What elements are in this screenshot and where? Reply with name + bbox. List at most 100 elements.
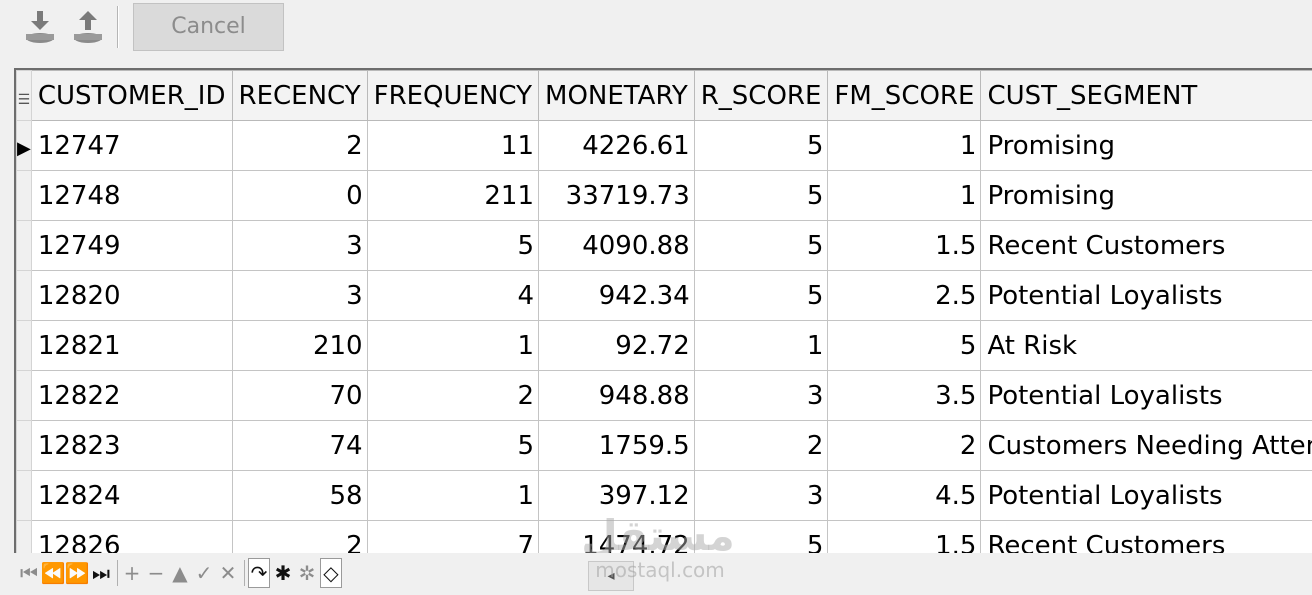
cell-cust-segment[interactable]: Potential Loyalists (980, 370, 1312, 421)
clear-filter-icon[interactable]: ◇ (320, 558, 342, 588)
column-header-cust-segment[interactable]: CUST_SEGMENT (980, 70, 1312, 121)
data-grid[interactable]: ☰ CUSTOMER_ID RECENCY FREQUENCY MONETARY R_S… (14, 68, 1312, 555)
cell-r-score[interactable]: 1 (693, 320, 829, 371)
download-icon[interactable] (24, 8, 58, 48)
cell-cust-segment[interactable]: Promising (980, 170, 1312, 221)
insert-icon[interactable]: + (121, 558, 143, 588)
cell-recency[interactable]: 70 (231, 370, 368, 421)
cell-monetary[interactable]: 92.72 (538, 320, 695, 371)
cell-recency[interactable]: 210 (231, 320, 368, 371)
edit-icon[interactable]: ▲ (169, 558, 191, 588)
cell-r-score[interactable]: 2 (693, 420, 829, 471)
next-page-icon[interactable]: ⏩ (65, 558, 90, 588)
column-header-fm-score[interactable]: FM_SCORE (827, 70, 982, 121)
row-indicator[interactable] (16, 320, 32, 371)
cell-customer-id[interactable]: 12747 (30, 120, 233, 171)
cell-monetary[interactable]: 942.34 (538, 270, 695, 321)
cell-monetary[interactable]: 4226.61 (538, 120, 695, 171)
row-indicator[interactable] (16, 470, 32, 521)
cell-frequency[interactable]: 1 (366, 320, 540, 371)
cell-frequency[interactable]: 2 (366, 370, 540, 421)
column-header-monetary[interactable]: MONETARY (538, 70, 695, 121)
cell-recency[interactable]: 3 (231, 220, 368, 271)
table-row[interactable]: 12821 210 1 92.72 1 5 At Risk (16, 320, 1312, 371)
cell-recency[interactable]: 2 (231, 120, 368, 171)
prior-page-icon[interactable]: ⏪ (41, 558, 66, 588)
cell-recency[interactable]: 58 (231, 470, 368, 521)
cell-cust-segment[interactable]: Recent Customers (980, 220, 1312, 271)
cell-recency[interactable]: 0 (231, 170, 368, 221)
cell-customer-id[interactable]: 12824 (30, 470, 233, 521)
cell-fm-score[interactable]: 3.5 (827, 370, 982, 421)
row-indicator[interactable]: ▶ (16, 120, 32, 171)
column-chooser-icon[interactable]: ☰ (18, 92, 31, 108)
cell-customer-id[interactable]: 12820 (30, 270, 233, 321)
cell-cust-segment[interactable]: Potential Loyalists (980, 270, 1312, 321)
cell-frequency[interactable]: 5 (366, 220, 540, 271)
cell-monetary[interactable]: 33719.73 (538, 170, 695, 221)
cancel-updates-icon[interactable]: ✲ (296, 558, 318, 588)
table-row[interactable]: 12820 3 4 942.34 5 2.5 Potential Loyalists (16, 270, 1312, 321)
cell-frequency[interactable]: 7 (366, 520, 540, 555)
cell-fm-score[interactable]: 5 (827, 320, 982, 371)
row-indicator[interactable] (16, 220, 32, 271)
cell-fm-score[interactable]: 2.5 (827, 270, 982, 321)
table-row[interactable]: 128237451759.522Customers Needing Attent… (16, 420, 1312, 471)
cell-recency[interactable]: 2 (231, 520, 368, 555)
cell-fm-score[interactable]: 2 (827, 420, 982, 471)
last-record-icon[interactable]: ⏭ (90, 558, 112, 588)
cell-monetary[interactable]: 4090.88 (538, 220, 695, 271)
cell-frequency[interactable]: 1 (366, 470, 540, 521)
upload-icon[interactable] (72, 8, 106, 48)
cell-customer-id[interactable]: 12826 (30, 520, 233, 555)
cell-frequency[interactable]: 11 (366, 120, 540, 171)
cell-frequency[interactable]: 5 (366, 420, 540, 471)
row-indicator[interactable] (16, 370, 32, 421)
cell-monetary[interactable]: 948.88 (538, 370, 695, 421)
cell-cust-segment[interactable]: At Risk (980, 320, 1312, 371)
row-indicator[interactable] (16, 420, 32, 471)
table-row[interactable]: ▶ 12747 2 11 4226.61 5 1 Promising (16, 120, 1312, 171)
cell-recency[interactable]: 74 (231, 420, 368, 471)
cell-monetary[interactable]: 1759.5 (538, 420, 695, 471)
cell-cust-segment[interactable]: Promising (980, 120, 1312, 171)
apply-updates-icon[interactable]: ✱ (272, 558, 294, 588)
cell-cust-segment[interactable]: Recent Customers (980, 520, 1312, 555)
delete-icon[interactable]: − (145, 558, 167, 588)
cell-frequency[interactable]: 4 (366, 270, 540, 321)
cell-customer-id[interactable]: 12823 (30, 420, 233, 471)
row-indicator[interactable] (16, 170, 32, 221)
cell-customer-id[interactable]: 12748 (30, 170, 233, 221)
cell-r-score[interactable]: 5 (693, 120, 829, 171)
cell-r-score[interactable]: 5 (693, 270, 829, 321)
column-header-customer-id[interactable]: CUSTOMER_ID (30, 70, 233, 121)
cell-customer-id[interactable]: 12822 (30, 370, 233, 421)
refresh-icon[interactable]: ↷ (248, 558, 270, 588)
first-record-icon[interactable]: ⏮ (18, 558, 40, 588)
cell-r-score[interactable]: 3 (693, 370, 829, 421)
column-header-r-score[interactable]: R_SCORE (693, 70, 829, 121)
table-row[interactable]: 12749 3 5 4090.88 5 1.5 Recent Customers (16, 220, 1312, 271)
cell-cust-segment[interactable]: Potential Loyalists (980, 470, 1312, 521)
cancel-edit-icon[interactable]: ✕ (217, 558, 239, 588)
cell-fm-score[interactable]: 1.5 (827, 520, 982, 555)
post-icon[interactable]: ✓ (193, 558, 215, 588)
row-indicator[interactable] (16, 520, 32, 555)
cell-fm-score[interactable]: 1 (827, 120, 982, 171)
row-indicator[interactable] (16, 270, 32, 321)
cell-customer-id[interactable]: 12821 (30, 320, 233, 371)
cell-cust-segment[interactable]: Customers Needing Attention (980, 420, 1312, 471)
table-row[interactable]: 12748 0 211 33719.73 5 1 Promising (16, 170, 1312, 221)
cell-fm-score[interactable]: 1.5 (827, 220, 982, 271)
cell-r-score[interactable]: 5 (693, 220, 829, 271)
cell-recency[interactable]: 3 (231, 270, 368, 321)
cell-fm-score[interactable]: 4.5 (827, 470, 982, 521)
column-header-recency[interactable]: RECENCY (231, 70, 368, 121)
cell-r-score[interactable]: 5 (693, 170, 829, 221)
cell-fm-score[interactable]: 1 (827, 170, 982, 221)
column-header-frequency[interactable]: FREQUENCY (366, 70, 540, 121)
cell-customer-id[interactable]: 12749 (30, 220, 233, 271)
table-row[interactable]: 12822 70 2 948.88 3 3.5 Potential Loyalists (16, 370, 1312, 421)
cell-frequency[interactable]: 211 (366, 170, 540, 221)
cancel-button[interactable]: Cancel (133, 3, 284, 51)
